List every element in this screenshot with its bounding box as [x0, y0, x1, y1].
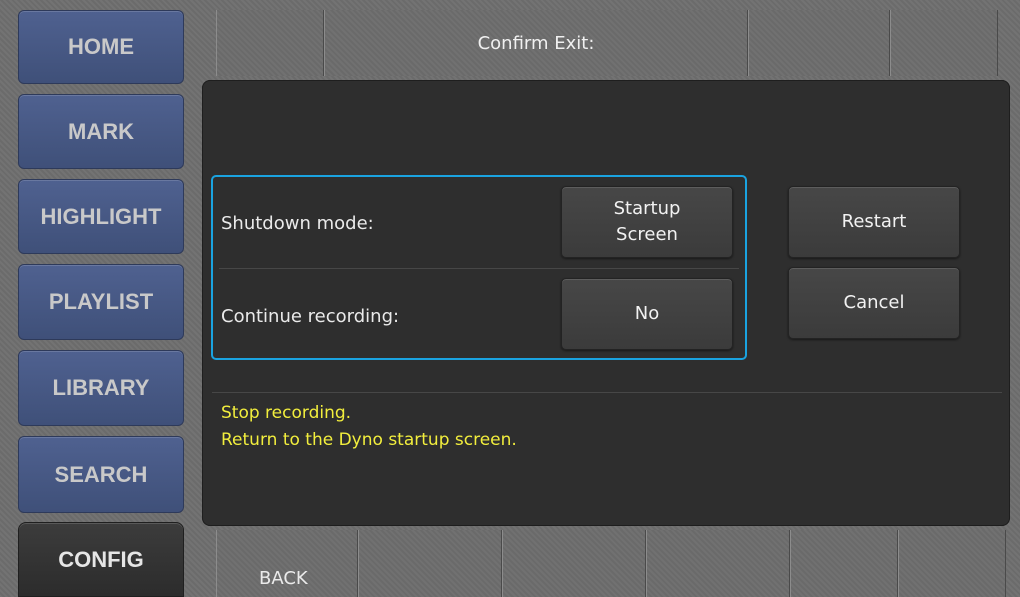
- settings-row-divider: [219, 268, 739, 269]
- continue-recording-label: Continue recording:: [221, 306, 400, 327]
- shutdown-mode-button[interactable]: Startup Screen: [561, 186, 733, 258]
- shutdown-mode-value: Startup Screen: [613, 198, 681, 245]
- nav-highlight-button[interactable]: HIGHLIGHT: [18, 179, 184, 254]
- nav-library-label: LIBRARY: [52, 375, 150, 400]
- info-line-1: Stop recording.: [221, 403, 352, 423]
- nav-library-button[interactable]: LIBRARY: [18, 350, 184, 426]
- restart-button[interactable]: Restart: [788, 186, 960, 258]
- back-label: BACK: [259, 568, 308, 589]
- continue-recording-button[interactable]: No: [561, 278, 733, 350]
- nav-playlist-button[interactable]: PLAYLIST: [18, 264, 184, 340]
- top-bar-cell: [748, 10, 890, 76]
- page-title-text: Confirm Exit:: [477, 32, 595, 54]
- page-title: Confirm Exit:: [324, 10, 748, 76]
- bottom-bar-cell: [898, 530, 1006, 597]
- info-line-2: Return to the Dyno startup screen.: [221, 430, 517, 450]
- cancel-button[interactable]: Cancel: [788, 267, 960, 339]
- nav-config-button[interactable]: CONFIG: [18, 522, 184, 597]
- info-divider: [212, 392, 1002, 393]
- nav-mark-label: MARK: [68, 118, 134, 144]
- back-button[interactable]: BACK: [216, 530, 358, 597]
- top-bar-cell: [216, 10, 324, 76]
- top-bar-cell: [890, 10, 998, 76]
- nav-config-label: CONFIG: [58, 546, 144, 572]
- nav-playlist-label: PLAYLIST: [48, 289, 154, 314]
- bottom-bar-cell: [358, 530, 502, 597]
- bottom-bar-cell: [502, 530, 646, 597]
- continue-recording-value: No: [634, 303, 660, 324]
- bottom-bar-cell: [646, 530, 790, 597]
- nav-mark-button[interactable]: MARK: [18, 94, 184, 169]
- nav-search-button[interactable]: SEARCH: [18, 436, 184, 513]
- nav-search-label: SEARCH: [54, 461, 148, 487]
- nav-home-label: HOME: [68, 34, 134, 59]
- cancel-label: Cancel: [843, 292, 905, 313]
- nav-highlight-label: HIGHLIGHT: [40, 203, 162, 229]
- restart-label: Restart: [841, 211, 907, 232]
- bottom-bar-cell: [790, 530, 898, 597]
- nav-home-button[interactable]: HOME: [18, 10, 184, 84]
- shutdown-mode-label: Shutdown mode:: [221, 213, 374, 234]
